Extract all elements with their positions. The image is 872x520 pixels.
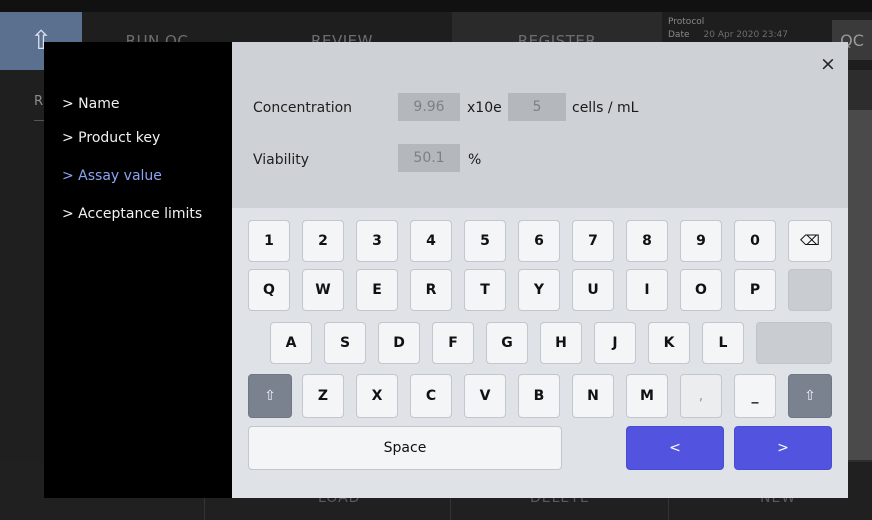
assay-value-dialog: × Concentration 9.96 x10e 5 cells / mL V… <box>232 42 848 498</box>
key-2[interactable]: 2 <box>302 220 344 262</box>
concentration-unit: cells / mL <box>572 100 639 116</box>
shift-left-key[interactable]: ⇧ <box>248 374 292 418</box>
concentration-label: Concentration <box>253 100 353 116</box>
key-t[interactable]: T <box>464 269 506 311</box>
section-menu: > Name > Product key > Assay value > Acc… <box>44 42 232 498</box>
key-r[interactable]: R <box>410 269 452 311</box>
key-5[interactable]: 5 <box>464 220 506 262</box>
key-comma[interactable]: , <box>680 374 722 418</box>
key-v[interactable]: V <box>464 374 506 418</box>
key-m[interactable]: M <box>626 374 668 418</box>
divider <box>34 120 44 121</box>
key-d[interactable]: D <box>378 322 420 364</box>
menu-item-acceptance-limits[interactable]: > Acceptance limits <box>62 206 202 222</box>
key-underscore[interactable]: _ <box>734 374 776 418</box>
protocol-info: Protocol Date 20 Apr 2020 23:47 <box>668 16 788 42</box>
key-x[interactable]: X <box>356 374 398 418</box>
key-7[interactable]: 7 <box>572 220 614 262</box>
key-l[interactable]: L <box>702 322 744 364</box>
shift-right-key[interactable]: ⇧ <box>788 374 832 418</box>
key-s[interactable]: S <box>324 322 366 364</box>
background-left-letter: R <box>34 94 44 109</box>
key-p[interactable]: P <box>734 269 776 311</box>
space-key[interactable]: Space <box>248 426 562 470</box>
key-b[interactable]: B <box>518 374 560 418</box>
key-9[interactable]: 9 <box>680 220 722 262</box>
key-0[interactable]: 0 <box>734 220 776 262</box>
viability-unit: % <box>468 152 482 168</box>
viability-input[interactable]: 50.1 <box>398 144 460 172</box>
backspace-icon: ⌫ <box>800 233 820 249</box>
key-q[interactable]: Q <box>248 269 290 311</box>
key-z[interactable]: Z <box>302 374 344 418</box>
previous-button[interactable]: < <box>626 426 724 470</box>
background-left-panel <box>0 70 44 520</box>
key-w[interactable]: W <box>302 269 344 311</box>
key-i[interactable]: I <box>626 269 668 311</box>
blank-key <box>756 322 832 364</box>
shift-icon: ⇧ <box>264 388 276 404</box>
key-f[interactable]: F <box>432 322 474 364</box>
key-3[interactable]: 3 <box>356 220 398 262</box>
menu-item-product-key[interactable]: > Product key <box>62 130 160 146</box>
key-1[interactable]: 1 <box>248 220 290 262</box>
key-g[interactable]: G <box>486 322 528 364</box>
key-k[interactable]: K <box>648 322 690 364</box>
multiplier-label: x10e <box>467 100 502 116</box>
date-label: Date <box>668 30 690 40</box>
next-button[interactable]: > <box>734 426 832 470</box>
key-n[interactable]: N <box>572 374 614 418</box>
key-c[interactable]: C <box>410 374 452 418</box>
close-button[interactable]: × <box>816 52 840 76</box>
menu-item-assay-value[interactable]: > Assay value <box>62 168 162 184</box>
menu-item-name[interactable]: > Name <box>62 96 119 112</box>
key-6[interactable]: 6 <box>518 220 560 262</box>
key-y[interactable]: Y <box>518 269 560 311</box>
key-e[interactable]: E <box>356 269 398 311</box>
close-icon: × <box>820 53 836 75</box>
key-a[interactable]: A <box>270 322 312 364</box>
key-o[interactable]: O <box>680 269 722 311</box>
backspace-key[interactable]: ⌫ <box>788 220 832 262</box>
blank-key <box>788 269 832 311</box>
key-j[interactable]: J <box>594 322 636 364</box>
key-u[interactable]: U <box>572 269 614 311</box>
date-value: 20 Apr 2020 23:47 <box>703 30 788 40</box>
exponent-input[interactable]: 5 <box>508 93 566 121</box>
viability-label: Viability <box>253 152 310 168</box>
on-screen-keyboard: 1 2 3 4 5 6 7 8 9 0 ⌫ Q W E R T Y U I O … <box>232 208 848 498</box>
dialog-fields-area <box>232 42 848 208</box>
key-h[interactable]: H <box>540 322 582 364</box>
shift-icon: ⇧ <box>804 388 816 404</box>
concentration-input[interactable]: 9.96 <box>398 93 460 121</box>
key-8[interactable]: 8 <box>626 220 668 262</box>
key-4[interactable]: 4 <box>410 220 452 262</box>
protocol-label: Protocol <box>668 17 705 27</box>
